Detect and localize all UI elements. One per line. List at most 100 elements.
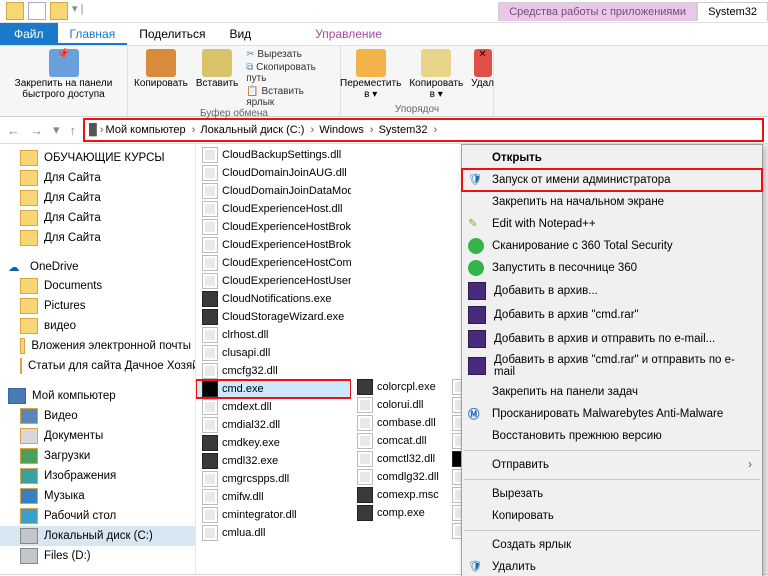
file-name: cmd.exe bbox=[222, 383, 264, 395]
delete-button[interactable]: ✕Удал bbox=[471, 49, 494, 100]
nav-back-icon[interactable]: ← bbox=[4, 123, 23, 138]
tree-label[interactable]: Видео bbox=[44, 410, 78, 422]
tree-label[interactable]: ОБУЧАЮЩИЕ КУРСЫ bbox=[44, 152, 165, 164]
file-item[interactable]: CloudDomainJoinAUG.dll bbox=[196, 164, 351, 182]
move-to-button[interactable]: Переместить в ▾ bbox=[340, 49, 401, 100]
tree-label[interactable]: Локальный диск (C:) bbox=[44, 530, 153, 542]
file-item[interactable]: colorcpl.exe bbox=[351, 378, 446, 396]
breadcrumb[interactable]: System32 bbox=[379, 124, 441, 136]
tab-manage[interactable]: Управление bbox=[303, 23, 394, 45]
tree-label[interactable]: Вложения электронной почты bbox=[31, 340, 191, 352]
file-item[interactable]: cmdial32.dll bbox=[196, 416, 351, 434]
tree-label[interactable]: Для Сайта bbox=[44, 172, 101, 184]
tree-label[interactable]: Для Сайта bbox=[44, 212, 101, 224]
file-item[interactable]: colorui.dll bbox=[351, 396, 446, 414]
file-item[interactable]: CloudNotifications.exe bbox=[196, 290, 351, 308]
ctx-pin-start[interactable]: Закрепить на начальном экране bbox=[462, 191, 762, 213]
folder-icon[interactable] bbox=[50, 2, 68, 20]
folder-icon[interactable] bbox=[6, 2, 24, 20]
file-item[interactable]: cmifw.dll bbox=[196, 488, 351, 506]
copy-to-button[interactable]: Копировать в ▾ bbox=[409, 49, 463, 100]
file-item[interactable]: CloudExperienceHostBroker bbox=[196, 236, 351, 254]
ctx-cut[interactable]: Вырезать bbox=[462, 483, 762, 505]
tree-label[interactable]: Documents bbox=[44, 280, 102, 292]
copy-path-button[interactable]: Скопировать путь bbox=[246, 62, 334, 84]
copy-button[interactable]: Копировать bbox=[134, 49, 188, 108]
tab-view[interactable]: Вид bbox=[217, 23, 263, 45]
ctx-add-cmd-rar[interactable]: Добавить в архив "cmd.rar" bbox=[462, 303, 762, 327]
file-item[interactable]: CloudExperienceHostUser.dll bbox=[196, 272, 351, 290]
ctx-send-to[interactable]: Отправить› bbox=[462, 454, 762, 476]
tree-label[interactable]: Для Сайта bbox=[44, 232, 101, 244]
file-item[interactable]: cmgrcspps.dll bbox=[196, 470, 351, 488]
tree-label[interactable]: Files (D:) bbox=[44, 550, 91, 562]
breadcrumb[interactable]: Windows bbox=[319, 124, 376, 136]
cut-button[interactable]: Вырезать bbox=[246, 49, 334, 60]
tree-label[interactable]: Документы bbox=[44, 430, 103, 442]
ctx-restore-version[interactable]: Восстановить прежнюю версию bbox=[462, 425, 762, 447]
file-item[interactable]: combase.dll bbox=[351, 414, 446, 432]
nav-tree[interactable]: ОБУЧАЮЩИЕ КУРСЫ Для Сайта Для Сайта Для … bbox=[0, 144, 196, 574]
folder-icon bbox=[20, 190, 38, 206]
tree-label[interactable]: Изображения bbox=[44, 470, 116, 482]
tab-home[interactable]: Главная bbox=[58, 23, 128, 45]
file-item[interactable]: clusapi.dll bbox=[196, 344, 351, 362]
qat-dropdown-icon[interactable]: ▾ | bbox=[72, 2, 83, 20]
file-item[interactable]: cmd.exe bbox=[196, 380, 351, 398]
file-item[interactable]: CloudExperienceHostBroker.d bbox=[196, 218, 351, 236]
tree-label[interactable]: Статьи для сайта Дачное Хозяйство bbox=[28, 360, 196, 372]
tree-label[interactable]: Pictures bbox=[44, 300, 86, 312]
file-item[interactable]: cmdkey.exe bbox=[196, 434, 351, 452]
nav-fwd-icon[interactable]: → bbox=[27, 123, 46, 138]
file-item[interactable]: comdlg32.dll bbox=[351, 468, 446, 486]
tree-label[interactable]: Мой компьютер bbox=[32, 390, 116, 402]
ctx-malwarebytes[interactable]: ⓂПросканировать Malwarebytes Anti-Malwar… bbox=[462, 403, 762, 425]
file-item[interactable]: cmintegrator.dll bbox=[196, 506, 351, 524]
tree-label[interactable]: Для Сайта bbox=[44, 192, 101, 204]
file-item[interactable]: comexp.msc bbox=[351, 486, 446, 504]
ctx-delete[interactable]: 🛡Удалить bbox=[462, 556, 762, 576]
file-item[interactable]: CloudExperienceHostCommo bbox=[196, 254, 351, 272]
tree-label[interactable]: Рабочий стол bbox=[44, 510, 116, 522]
file-icon[interactable] bbox=[28, 2, 46, 20]
file-item[interactable]: CloudStorageWizard.exe bbox=[196, 308, 351, 326]
file-item[interactable]: cmcfg32.dll bbox=[196, 362, 351, 380]
paste-button[interactable]: Вставить bbox=[196, 49, 238, 108]
clipboard-extras: Вырезать Скопировать путь Вставить ярлык bbox=[246, 49, 334, 108]
file-item[interactable]: clrhost.dll bbox=[196, 326, 351, 344]
breadcrumb[interactable]: Мой компьютер bbox=[106, 124, 199, 136]
ctx-create-shortcut[interactable]: Создать ярлык bbox=[462, 534, 762, 556]
ctx-notepad[interactable]: ✎Edit with Notepad++ bbox=[462, 213, 762, 235]
address-bar[interactable]: █ › Мой компьютер Локальный диск (C:) Wi… bbox=[83, 118, 764, 142]
ctx-add-archive[interactable]: Добавить в архив... bbox=[462, 279, 762, 303]
ctx-runas-admin[interactable]: 🛡Запуск от имени администратора bbox=[462, 169, 762, 191]
breadcrumb[interactable]: Локальный диск (C:) bbox=[200, 124, 317, 136]
tree-label[interactable]: Загрузки bbox=[44, 450, 90, 462]
file-item[interactable]: comctl32.dll bbox=[351, 450, 446, 468]
file-item[interactable]: cmdl32.exe bbox=[196, 452, 351, 470]
ctx-sandbox-360[interactable]: Запустить в песочнице 360 bbox=[462, 257, 762, 279]
file-item[interactable]: cmlua.dll bbox=[196, 524, 351, 542]
file-item[interactable]: CloudDomainJoinDataModelS bbox=[196, 182, 351, 200]
file-item[interactable]: CloudExperienceHost.dll bbox=[196, 200, 351, 218]
ctx-pin-taskbar[interactable]: Закрепить на панели задач bbox=[462, 381, 762, 403]
file-item[interactable]: CloudBackupSettings.dll bbox=[196, 146, 351, 164]
tab-share[interactable]: Поделиться bbox=[127, 23, 217, 45]
nav-history-icon[interactable]: ▾ bbox=[50, 122, 63, 138]
file-tab[interactable]: Файл bbox=[0, 23, 58, 45]
file-item[interactable]: comcat.dll bbox=[351, 432, 446, 450]
ctx-scan-360[interactable]: Сканирование с 360 Total Security bbox=[462, 235, 762, 257]
ctx-copy[interactable]: Копировать bbox=[462, 505, 762, 527]
file-item[interactable]: comp.exe bbox=[351, 504, 446, 522]
nav-up-icon[interactable]: ↑ bbox=[67, 123, 80, 138]
tree-label[interactable]: видео bbox=[44, 320, 76, 332]
ctx-open[interactable]: Открыть bbox=[462, 147, 762, 169]
pin-quick-access-button[interactable]: 📌 Закрепить на панели быстрого доступа bbox=[15, 49, 113, 100]
dll-icon bbox=[357, 415, 373, 431]
ctx-archive-cmd-email[interactable]: Добавить в архив "cmd.rar" и отправить п… bbox=[462, 351, 762, 381]
paste-shortcut-button[interactable]: Вставить ярлык bbox=[246, 86, 334, 108]
tree-label[interactable]: OneDrive bbox=[30, 261, 79, 273]
file-item[interactable]: cmdext.dll bbox=[196, 398, 351, 416]
tree-label[interactable]: Музыка bbox=[44, 490, 85, 502]
ctx-archive-email[interactable]: Добавить в архив и отправить по e-mail..… bbox=[462, 327, 762, 351]
